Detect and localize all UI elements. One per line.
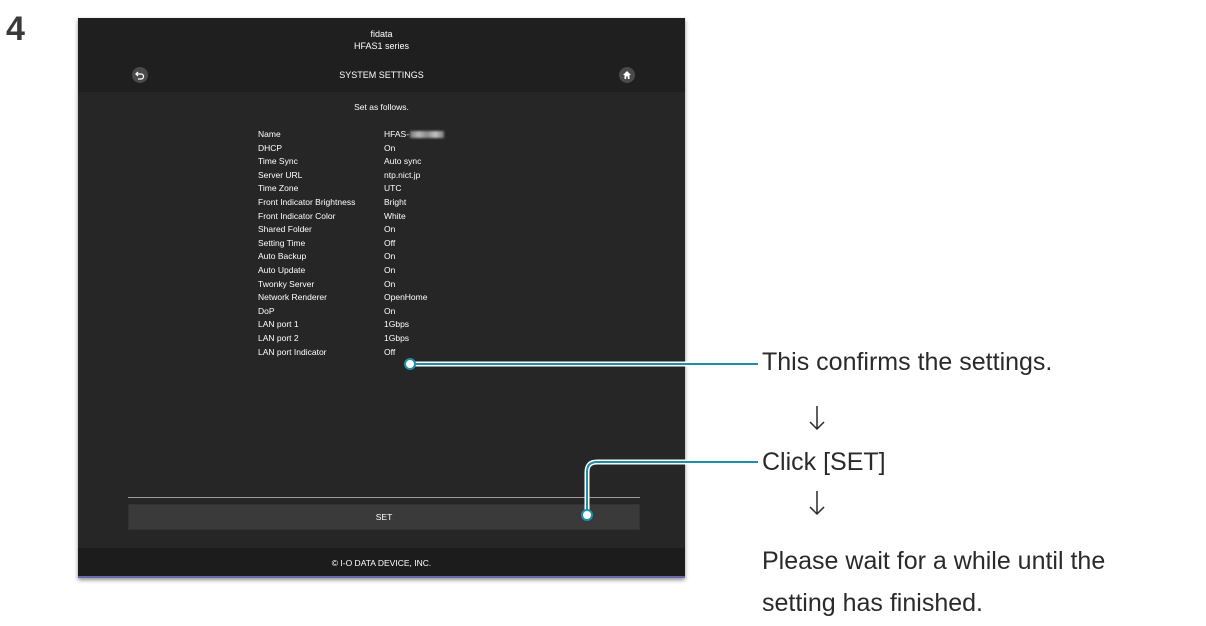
setting-label: Server URL <box>258 169 303 180</box>
setting-value: UTC <box>384 183 402 194</box>
settings-row: Setting Time Off <box>258 237 444 251</box>
home-button[interactable] <box>619 67 635 83</box>
page-title: SYSTEM SETTINGS <box>339 70 424 80</box>
setting-value: On <box>384 142 396 153</box>
down-arrow-icon <box>809 491 825 516</box>
setting-label: Network Renderer <box>258 292 327 303</box>
settings-row: Auto Backup On <box>258 250 444 264</box>
settings-row: DHCP On <box>258 142 444 156</box>
settings-row: Shared Folder On <box>258 223 444 237</box>
bottom-accent-bar <box>78 576 685 578</box>
setting-value: 1Gbps <box>384 332 410 343</box>
setting-label: DHCP <box>258 142 283 153</box>
settings-row: Front Indicator Color White <box>258 210 444 224</box>
setting-label: Shared Folder <box>258 224 312 235</box>
setting-value: Bright <box>384 196 407 207</box>
settings-list: Name HFAS- DHCP On Time Sync Auto sync Serv… <box>258 128 445 360</box>
setting-label: LAN port 2 <box>258 332 299 343</box>
settings-row: Time Zone UTC <box>258 182 444 196</box>
setting-value: Off <box>384 346 396 357</box>
settings-row: Time Sync Auto sync <box>258 155 444 169</box>
setting-value: On <box>384 278 396 289</box>
settings-row: Twonky Server On <box>258 278 444 292</box>
redacted-text <box>410 131 445 139</box>
setting-value: On <box>384 251 396 262</box>
settings-row: Auto Update On <box>258 264 444 278</box>
settings-row: DoP On <box>258 305 444 319</box>
home-icon <box>623 71 631 79</box>
brand-name: fidata <box>370 29 393 39</box>
settings-row: Server URL ntp.nict.jp <box>258 169 444 183</box>
set-button[interactable]: SET <box>128 504 640 530</box>
instruction-text: Set as follows. <box>354 102 409 112</box>
setting-label: Front Indicator Color <box>258 210 336 221</box>
settings-row: Network Renderer OpenHome <box>258 291 444 305</box>
divider <box>128 497 640 498</box>
setting-value: Auto sync <box>384 156 422 167</box>
setting-value: White <box>384 210 406 221</box>
setting-value: On <box>384 305 396 316</box>
annotation-wait-line2: setting has finished. <box>762 589 983 617</box>
setting-value: On <box>384 264 396 275</box>
annotation-wait-line1: Please wait for a while until the <box>762 547 1106 575</box>
setting-label: Front Indicator Brightness <box>258 196 356 207</box>
settings-row: LAN port 2 1Gbps <box>258 332 444 346</box>
setting-label: Time Sync <box>258 156 298 167</box>
setting-label: Name <box>258 129 281 139</box>
model-name: HFAS1 series <box>353 41 410 51</box>
setting-value: On <box>384 224 396 235</box>
annotation-click-set: Click [SET] <box>762 448 886 476</box>
copyright-footer: © I-O DATA DEVICE, INC. <box>78 548 685 578</box>
setting-label: Setting Time <box>258 237 306 248</box>
down-arrow-icon <box>809 406 825 431</box>
setting-value: OpenHome <box>384 292 428 303</box>
settings-row: LAN port Indicator Off <box>258 346 444 360</box>
setting-value: Off <box>384 237 396 248</box>
settings-row: Name HFAS- <box>258 128 445 142</box>
settings-row: LAN port 1 1Gbps <box>258 318 444 332</box>
setting-label: LAN port Indicator <box>258 346 327 357</box>
setting-label: LAN port 1 <box>258 319 299 330</box>
setting-label: Twonky Server <box>258 278 315 289</box>
settings-row: Front Indicator Brightness Bright <box>258 196 444 210</box>
setting-label: Auto Backup <box>258 251 307 262</box>
annotation-confirm: This confirms the settings. <box>762 348 1053 376</box>
setting-value: HFAS- <box>384 128 445 142</box>
setting-label: DoP <box>258 305 275 316</box>
setting-label: Time Zone <box>258 183 299 194</box>
window-header: fidata HFAS1 series SYSTEM SETTINGS <box>78 18 685 92</box>
step-number: 4 <box>6 10 25 48</box>
setting-value: 1Gbps <box>384 319 410 330</box>
settings-window: fidata HFAS1 series SYSTEM SETTINGS Set … <box>78 18 685 578</box>
setting-label: Auto Update <box>258 264 306 275</box>
setting-value: ntp.nict.jp <box>384 169 421 180</box>
